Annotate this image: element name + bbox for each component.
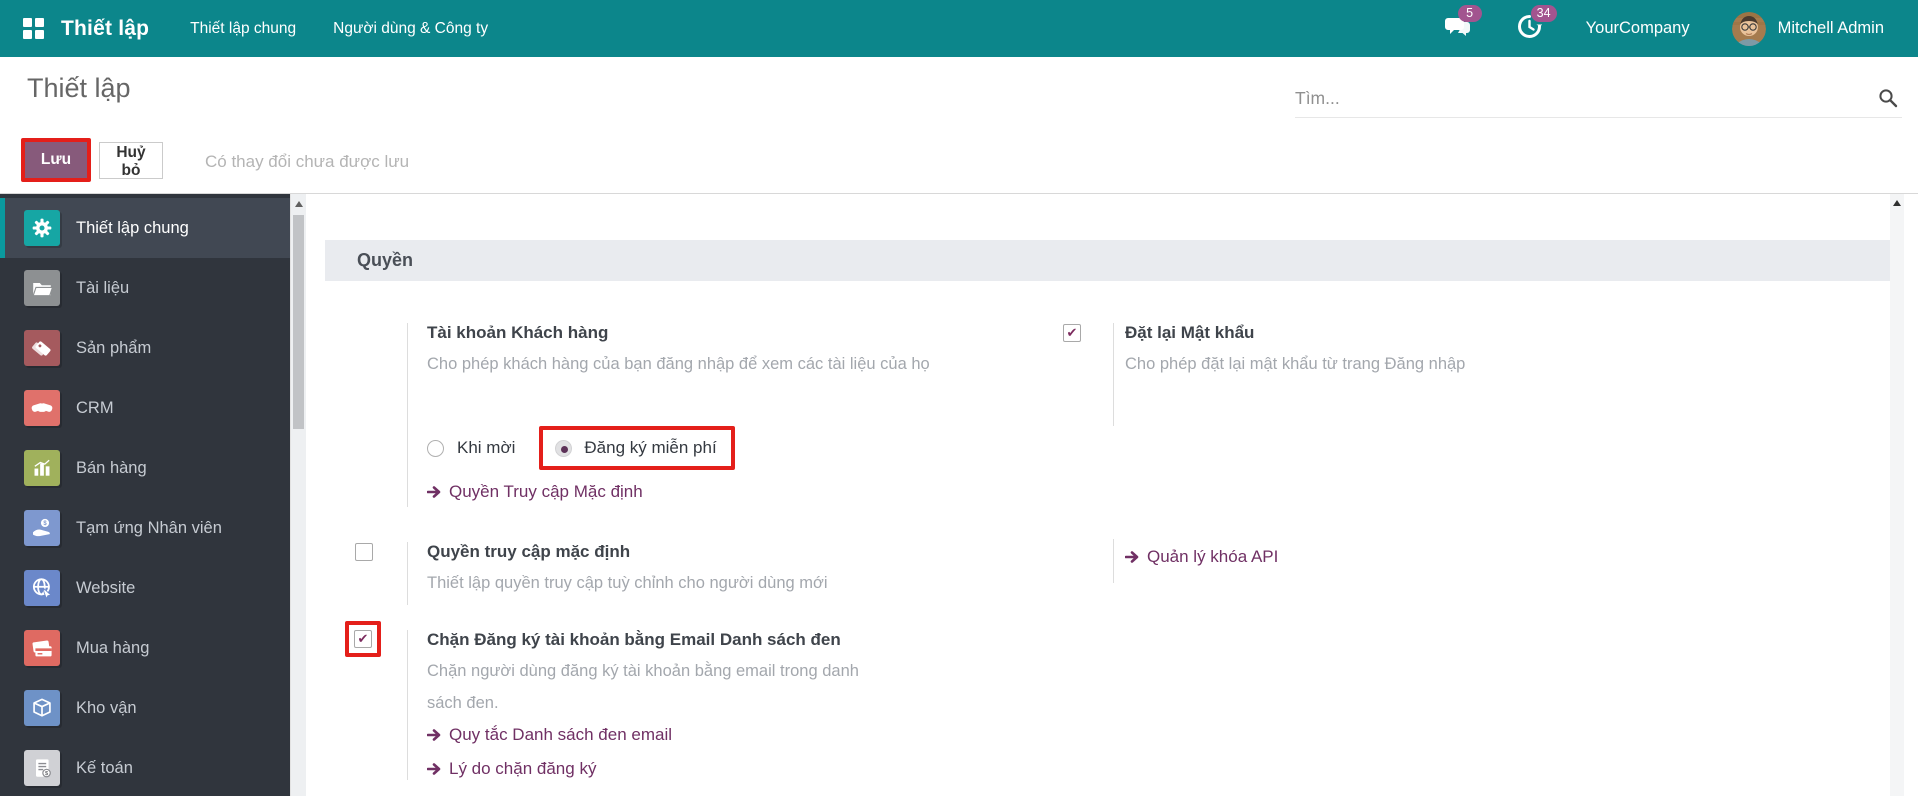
sidebar-item-employee-advance[interactable]: $ Tạm ứng Nhân viên [0, 498, 290, 558]
discard-button[interactable]: Huỷ bỏ [99, 142, 163, 179]
globe-icon [24, 570, 60, 606]
sidebar-scrollbar-thumb[interactable] [293, 215, 304, 429]
reset-password-checkbox[interactable]: ✔ [1063, 324, 1081, 342]
arrow-right-icon [1125, 551, 1139, 563]
activities-badge: 34 [1530, 4, 1557, 22]
section-header: Quyền [325, 240, 1904, 281]
sidebar-item-products[interactable]: Sản phẩm [0, 318, 290, 378]
signup-block-reasons-link[interactable]: Lý do chặn đăng ký [427, 759, 596, 779]
messages-button[interactable]: 5 [1444, 5, 1482, 43]
sidebar-item-label: CRM [76, 398, 114, 417]
sidebar-item-sales[interactable]: Bán hàng [0, 438, 290, 498]
sidebar-item-website[interactable]: Website [0, 558, 290, 618]
tags-icon [24, 330, 60, 366]
content-scrollbar[interactable] [1890, 194, 1904, 796]
default-access-title: Quyền truy cập mặc định [427, 542, 631, 561]
search-input[interactable]: Tìm... [1295, 85, 1902, 118]
sidebar-item-label: Tài liệu [76, 278, 130, 297]
invoice-icon: $ [24, 750, 60, 786]
sidebar-item-label: Website [76, 578, 136, 597]
blacklist-title: Chặn Đăng ký tài khoản bằng Email Danh s… [427, 630, 841, 649]
sidebar-item-label: Kế toán [76, 758, 133, 777]
radio-on-invitation[interactable] [427, 439, 444, 457]
blacklist-checkbox[interactable]: ✔ [354, 630, 372, 648]
search-placeholder: Tìm... [1295, 88, 1340, 108]
sidebar-item-general-settings[interactable]: Thiết lập chung [0, 198, 290, 258]
sidebar-item-documents[interactable]: Tài liệu [0, 258, 290, 318]
radio-free-signup-label[interactable]: Đăng ký miễn phí [584, 438, 716, 458]
default-access-desc: Thiết lập quyền truy cập tuỳ chỉnh cho n… [427, 574, 828, 592]
arrow-right-icon [427, 763, 441, 775]
sidebar-item-label: Bán hàng [76, 458, 147, 477]
top-navbar: Thiết lập Thiết lập chung Người dùng & C… [0, 0, 1918, 57]
reset-password-title: Đặt lại Mật khẩu [1125, 323, 1255, 342]
customer-account-title: Tài khoản Khách hàng [427, 323, 609, 342]
free-signup-highlight: Đăng ký miễn phí [539, 426, 735, 470]
user-menu[interactable]: Mitchell Admin [1778, 19, 1884, 38]
sidebar-item-accounting[interactable]: $ Kế toán [0, 738, 290, 798]
setting-divider [407, 323, 408, 507]
blacklist-checkbox-highlight: ✔ [345, 621, 381, 657]
app-name[interactable]: Thiết lập [61, 17, 149, 41]
search-icon[interactable] [1878, 88, 1898, 113]
sidebar-item-label: Thiết lập chung [76, 218, 189, 237]
blacklist-rules-link[interactable]: Quy tắc Danh sách đen email [427, 725, 672, 745]
blacklist-desc: Chặn người dùng đăng ký tài khoản bằng e… [427, 662, 859, 712]
menu-general-settings[interactable]: Thiết lập chung [190, 1, 296, 57]
bar-chart-icon [24, 450, 60, 486]
section-title: Quyền [357, 250, 414, 270]
sidebar-item-label: Kho vận [76, 698, 137, 717]
folder-icon [24, 270, 60, 306]
user-avatar[interactable] [1731, 11, 1766, 46]
settings-sidebar: Thiết lập chung Tài liệu Sản phẩm CRM Bá… [0, 194, 290, 796]
handshake-icon [24, 390, 60, 426]
setting-divider [1113, 539, 1114, 583]
setting-divider [407, 542, 408, 605]
sidebar-item-label: Mua hàng [76, 638, 150, 657]
sidebar-item-label: Tạm ứng Nhân viên [76, 518, 222, 537]
hand-coin-icon: $ [24, 510, 60, 546]
default-access-rights-link[interactable]: Quyền Truy cập Mặc định [427, 482, 643, 502]
activities-button[interactable]: 34 [1517, 4, 1557, 44]
box-icon [24, 690, 60, 726]
scroll-up-arrow-icon[interactable] [1893, 200, 1901, 206]
page-title: Thiết lập [27, 73, 131, 103]
radio-on-invitation-label[interactable]: Khi mời [457, 438, 515, 458]
unsaved-changes-note: Có thay đổi chưa được lưu [205, 152, 410, 171]
save-button-highlight: Lưu [21, 138, 91, 182]
arrow-right-icon [427, 729, 441, 741]
settings-content: Quyền Tài khoản Khách hàng Cho phép khác… [306, 194, 1904, 796]
scroll-up-arrow-icon[interactable] [294, 201, 303, 207]
save-button[interactable]: Lưu [25, 142, 87, 178]
messages-badge: 5 [1457, 5, 1482, 22]
gear-icon [24, 210, 60, 246]
radio-free-signup[interactable] [555, 439, 573, 457]
control-panel: Thiết lập Lưu Huỷ bỏ Có thay đổi chưa đư… [0, 57, 1918, 194]
sidebar-item-crm[interactable]: CRM [0, 378, 290, 438]
setting-divider [1113, 323, 1114, 426]
sidebar-item-label: Sản phẩm [76, 338, 152, 357]
sidebar-item-inventory[interactable]: Kho vận [0, 678, 290, 738]
sidebar-item-purchase[interactable]: Mua hàng [0, 618, 290, 678]
setting-divider [407, 630, 408, 780]
credit-card-icon [24, 630, 60, 666]
sidebar-scrollbar[interactable] [290, 194, 306, 796]
arrow-right-icon [427, 486, 441, 498]
reset-password-desc: Cho phép đặt lại mật khẩu từ trang Đăng … [1125, 355, 1466, 373]
default-access-checkbox[interactable]: ✔ [355, 543, 373, 561]
menu-users-companies[interactable]: Người dùng & Công ty [333, 1, 488, 57]
settings-body: Thiết lập chung Tài liệu Sản phẩm CRM Bá… [0, 194, 1918, 796]
manage-api-keys-link[interactable]: Quản lý khóa API [1125, 547, 1278, 567]
apps-grid-icon[interactable] [23, 18, 44, 39]
customer-account-desc: Cho phép khách hàng của bạn đăng nhập để… [427, 355, 930, 373]
company-switcher[interactable]: YourCompany [1586, 19, 1690, 38]
